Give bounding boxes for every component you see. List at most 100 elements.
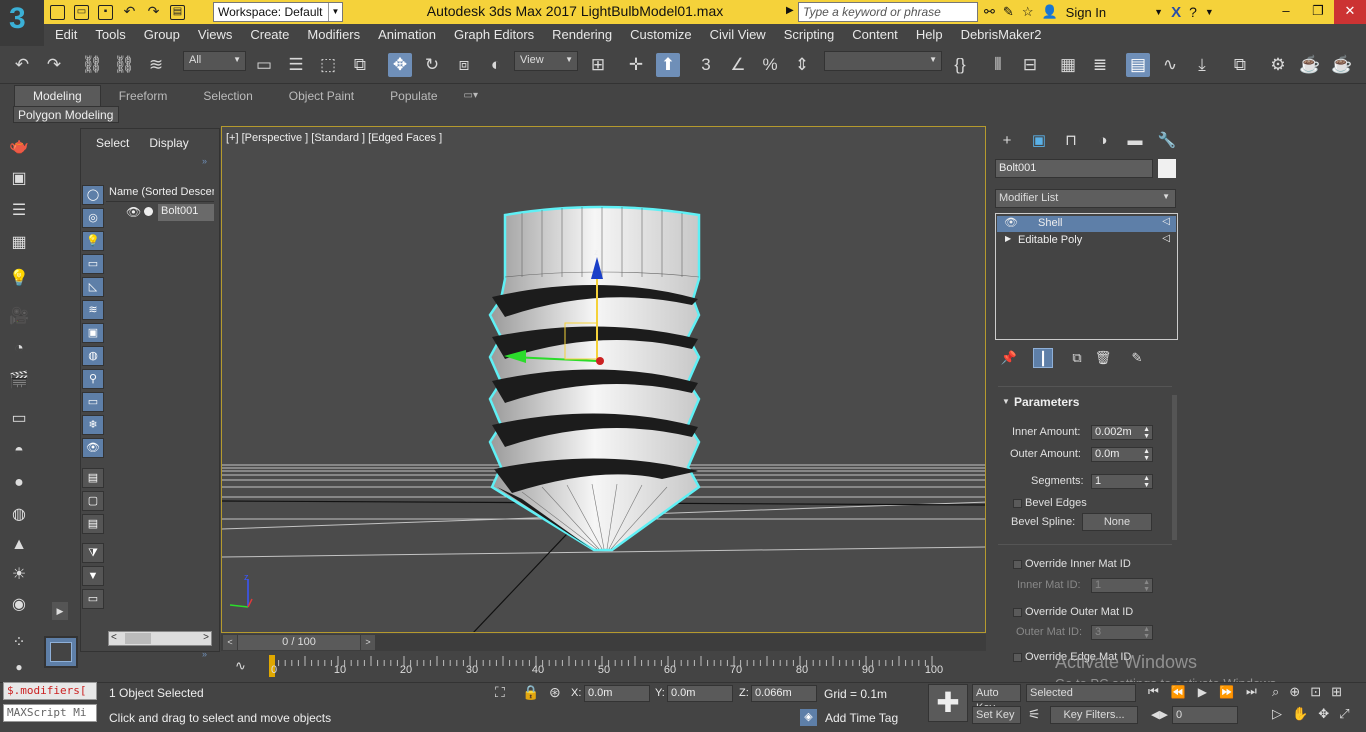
menu-create[interactable]: Create bbox=[241, 24, 298, 46]
maxscript-mini-listener[interactable]: MAXScript Mi bbox=[3, 704, 97, 722]
bolt-object[interactable] bbox=[488, 205, 701, 552]
menu-animation[interactable]: Animation bbox=[369, 24, 445, 46]
menu-views[interactable]: Views bbox=[189, 24, 241, 46]
menu-modifiers[interactable]: Modifiers bbox=[298, 24, 369, 46]
shapes-filter-icon[interactable]: 💡 bbox=[82, 231, 104, 251]
visibility-eye-icon[interactable]: 👁 bbox=[126, 205, 141, 219]
minimize-icon[interactable]: – bbox=[1270, 0, 1302, 24]
select-by-name-icon[interactable]: ☰ bbox=[284, 53, 308, 77]
selection-filter-dropdown[interactable]: All ▼ bbox=[183, 51, 246, 71]
outer-mat-id-spinner[interactable]: 3 ▲ ▼ bbox=[1091, 625, 1153, 640]
menu-debrismaker2[interactable]: DebrisMaker2 bbox=[952, 24, 1051, 46]
tab-freeform[interactable]: Freeform bbox=[101, 86, 186, 106]
menu-help[interactable]: Help bbox=[907, 24, 952, 46]
disc-icon[interactable]: ◉ bbox=[7, 594, 31, 616]
menu-edit[interactable]: Edit bbox=[44, 24, 86, 46]
search-input[interactable]: Type a keyword or phrase bbox=[798, 2, 978, 22]
isolate-selection-icon[interactable]: ⛶ bbox=[495, 684, 505, 701]
selection-lock-icon[interactable]: 🔒 bbox=[522, 684, 539, 701]
rotate-view-icon[interactable]: ◔ bbox=[7, 338, 31, 360]
menu-group[interactable]: Group bbox=[135, 24, 189, 46]
motion-tab-icon[interactable]: ◑ bbox=[1092, 130, 1114, 152]
prev-frame-button[interactable]: < bbox=[223, 635, 237, 650]
play-icon[interactable]: ▶ bbox=[1198, 685, 1207, 699]
scroll-right-icon[interactable]: > bbox=[203, 632, 209, 643]
perspective-viewport[interactable]: z z bbox=[221, 126, 986, 633]
menu-tools[interactable]: Tools bbox=[86, 24, 134, 46]
menu-display[interactable]: Display bbox=[149, 136, 188, 150]
select-all-icon[interactable]: ▤ bbox=[82, 468, 104, 488]
select-and-place-icon[interactable]: ◐ bbox=[484, 53, 508, 77]
layer-explorer-icon[interactable]: ▦ bbox=[1056, 53, 1080, 77]
mirror-icon[interactable]: ⫴ bbox=[986, 53, 1010, 77]
spinner-arrows-icon[interactable]: ▲ ▼ bbox=[1143, 448, 1150, 462]
render-frame-icon[interactable]: ▣ bbox=[7, 168, 31, 190]
eye-filter-icon[interactable]: 👁 bbox=[82, 438, 104, 458]
unlink-icon[interactable]: ⛓ bbox=[112, 53, 136, 77]
display-all-icon[interactable]: ◯ bbox=[82, 185, 104, 205]
groups-filter-icon[interactable]: ◍ bbox=[82, 346, 104, 366]
time-tag-icon[interactable]: ◈ bbox=[800, 709, 817, 726]
zoom-icon[interactable]: ⌕ bbox=[1272, 684, 1279, 700]
bevel-spline-button[interactable]: None bbox=[1082, 513, 1152, 531]
redo-icon[interactable]: ↷ bbox=[146, 4, 161, 20]
exchange-apps-icon[interactable]: X bbox=[1171, 4, 1181, 21]
camera-icon[interactable]: 🎥 bbox=[7, 306, 31, 328]
align-icon[interactable]: ⊟ bbox=[1018, 53, 1042, 77]
inner-amount-spinner[interactable]: 0.002m ▲ ▼ bbox=[1091, 425, 1153, 440]
light-bulb-icon[interactable]: 💡 bbox=[7, 268, 31, 290]
override-edge-checkbox[interactable] bbox=[1013, 653, 1022, 662]
teapot-icon[interactable]: 🫖 bbox=[7, 136, 31, 158]
hemisphere-icon[interactable]: ◓ bbox=[7, 440, 31, 462]
set-keys-button[interactable]: ✚ bbox=[928, 684, 968, 722]
render-setup-icon[interactable]: ☕ bbox=[1298, 53, 1322, 77]
expand-arrow-icon[interactable]: ▶ bbox=[1005, 234, 1011, 243]
pin-stack-icon[interactable]: 📌 bbox=[999, 348, 1019, 368]
utilities-tab-icon[interactable]: 🔧 bbox=[1156, 130, 1178, 152]
dope-sheet-icon[interactable]: ⤓ bbox=[1190, 53, 1214, 77]
key-mode-icon[interactable]: ⚟ bbox=[1028, 706, 1041, 723]
x-coordinate-field[interactable]: 0.0m bbox=[584, 685, 650, 702]
window-crossing-icon[interactable]: ⧉ bbox=[348, 53, 372, 77]
toggle-ribbon-icon[interactable]: ≣ bbox=[1088, 53, 1112, 77]
scene-explorer-icon[interactable]: ▤ bbox=[1126, 53, 1150, 77]
expand-arrow-icon[interactable]: ▶ bbox=[786, 5, 794, 16]
spinner-arrows-icon[interactable]: ▲ ▼ bbox=[1143, 579, 1150, 593]
zoom-extents-icon[interactable]: ⊡ bbox=[1310, 684, 1321, 700]
edit-named-selection-icon[interactable]: {} bbox=[948, 53, 972, 77]
rollout-collapse-icon[interactable]: ▼ bbox=[1002, 397, 1010, 406]
menu-content[interactable]: Content bbox=[843, 24, 907, 46]
pivot-center-icon[interactable]: ⊞ bbox=[586, 53, 610, 77]
transform-center-icon[interactable]: ✛ bbox=[624, 53, 648, 77]
select-and-scale-icon[interactable]: ⧈ bbox=[452, 53, 476, 77]
reference-coordinate-dropdown[interactable]: View ▼ bbox=[514, 51, 578, 71]
geometry-filter-icon[interactable]: ◎ bbox=[82, 208, 104, 228]
redo-icon[interactable]: ↷ bbox=[42, 53, 66, 77]
select-none-icon[interactable]: ▢ bbox=[82, 491, 104, 511]
next-frame-button[interactable]: > bbox=[361, 635, 375, 650]
helpers-filter-icon[interactable]: ≋ bbox=[82, 300, 104, 320]
polygon-modeling-panel[interactable]: Polygon Modeling bbox=[13, 106, 119, 123]
spinner-snap-icon[interactable]: ⇕ bbox=[790, 53, 814, 77]
sign-in-link[interactable]: Sign In bbox=[1066, 5, 1106, 20]
object-name-field[interactable]: Bolt001 bbox=[995, 159, 1153, 178]
subscription-icon[interactable]: ✎ bbox=[1003, 4, 1014, 20]
keyboard-shortcut-override-icon[interactable]: ⬆ bbox=[656, 53, 680, 77]
chevron-down-icon[interactable]: ▼ bbox=[1205, 7, 1214, 17]
track-bar[interactable]: ∿ 0 10 20 30 40 50 60 70 80 90 100 bbox=[221, 652, 986, 682]
make-unique-icon[interactable]: ⧉ bbox=[1067, 348, 1087, 368]
next-frame-icon[interactable]: ⏩ bbox=[1219, 685, 1234, 699]
bones-filter-icon[interactable]: ▭ bbox=[82, 392, 104, 412]
select-object-icon[interactable]: ▭ bbox=[252, 53, 276, 77]
add-time-tag-button[interactable]: Add Time Tag bbox=[825, 711, 898, 725]
freeze-dot-icon[interactable] bbox=[144, 207, 153, 216]
modifier-list-dropdown[interactable]: Modifier List ▼ bbox=[995, 189, 1176, 208]
curve-editor-icon[interactable]: ∿ bbox=[1158, 53, 1182, 77]
filter-icon[interactable]: ▼ bbox=[82, 566, 104, 586]
viewport-layout-icon[interactable] bbox=[44, 636, 78, 668]
configure-modifier-sets-icon[interactable]: ✎ bbox=[1127, 348, 1147, 368]
spinner-arrows-icon[interactable]: ▲ ▼ bbox=[1143, 626, 1150, 640]
y-coordinate-field[interactable]: 0.0m bbox=[667, 685, 733, 702]
sun-icon[interactable]: ☀ bbox=[7, 564, 31, 586]
cameras-filter-icon[interactable]: ◺ bbox=[82, 277, 104, 297]
